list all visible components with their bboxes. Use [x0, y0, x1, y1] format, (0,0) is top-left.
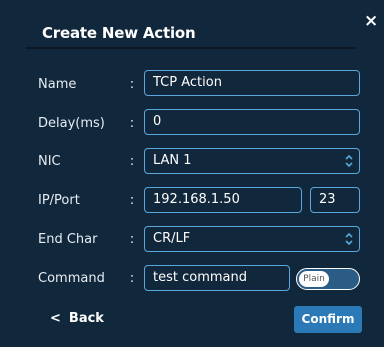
command-label: Command [38, 271, 105, 286]
ipport-label: IP/Port [38, 193, 80, 208]
dialog-title: Create New Action [42, 24, 196, 42]
nic-select-value: LAN 1 [153, 153, 192, 168]
endchar-select-value: CR/LF [153, 231, 191, 246]
endchar-label: End Char [38, 232, 98, 247]
confirm-button[interactable]: Confirm [294, 306, 362, 333]
colon: : [129, 232, 135, 247]
colon: : [129, 116, 135, 131]
nic-select[interactable]: LAN 1 [144, 148, 360, 174]
name-input[interactable]: TCP Action [144, 70, 360, 96]
colon: : [129, 271, 135, 286]
close-icon[interactable]: × [364, 13, 378, 30]
delay-input[interactable]: 0 [144, 109, 360, 135]
select-arrows-icon [345, 232, 353, 246]
endchar-select[interactable]: CR/LF [144, 226, 360, 252]
chevron-left-icon: < [50, 311, 61, 326]
select-arrows-icon [345, 154, 353, 168]
nic-label: NIC [38, 154, 61, 169]
back-label: Back [68, 311, 104, 326]
dialog-header: Create New Action [26, 22, 356, 49]
name-label: Name [38, 77, 77, 92]
command-input[interactable]: test command [144, 265, 290, 291]
plain-toggle-label: Plain [299, 271, 329, 287]
back-button[interactable]: < Back [50, 311, 104, 326]
plain-toggle[interactable]: Plain [296, 268, 360, 290]
create-action-dialog: × Create New Action Name : TCP Action De… [0, 0, 384, 347]
colon: : [129, 193, 135, 208]
colon: : [129, 77, 135, 92]
ip-input[interactable]: 192.168.1.50 [144, 187, 302, 213]
delay-label: Delay(ms) [38, 116, 105, 131]
port-input[interactable]: 23 [310, 187, 360, 213]
colon: : [129, 154, 135, 169]
